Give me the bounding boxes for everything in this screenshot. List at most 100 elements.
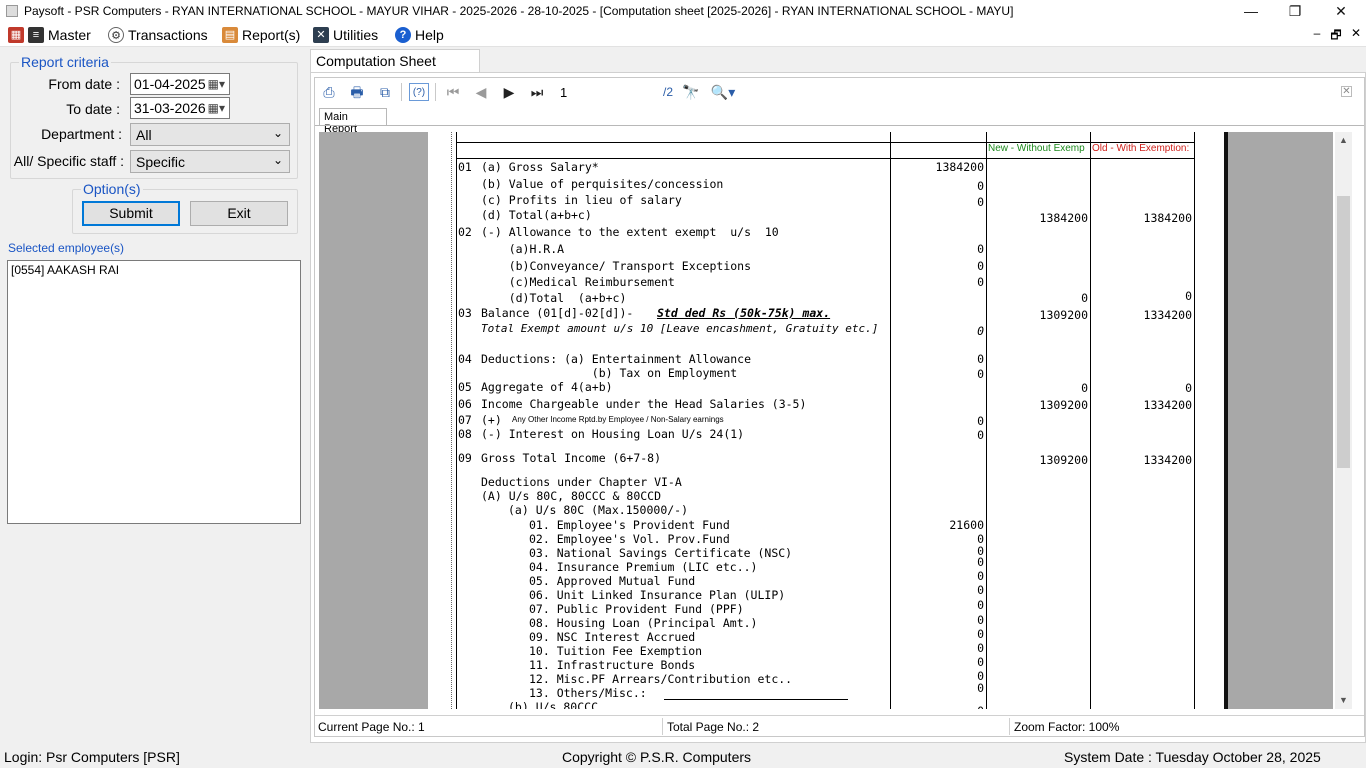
row-label: (c) Profits in lieu of salary (481, 193, 682, 207)
chevron-down-icon: ⌄ (272, 126, 283, 140)
next-page-icon[interactable]: ▶ (499, 83, 519, 101)
menu-master-label: Master (48, 27, 91, 43)
restore-button[interactable]: ❐ (1272, 0, 1318, 23)
menu-master[interactable]: ▦ ≡ Master (8, 26, 91, 44)
old-regime-cell: 0 (1185, 381, 1192, 395)
department-label: Department : (41, 126, 122, 142)
calendar-icon[interactable]: ▦▾ (208, 101, 225, 115)
row-label: Gross Total Income (6+7-8) (481, 451, 662, 465)
deduction-amount: 0 (977, 613, 984, 627)
page-total: /2 (663, 85, 674, 99)
exit-button[interactable]: Exit (190, 201, 288, 226)
row-number: 07 (458, 413, 472, 427)
prev-page-icon[interactable]: ◀ (471, 83, 491, 101)
scroll-thumb[interactable] (1337, 196, 1350, 468)
list-item[interactable]: [0554] AAKASH RAI (11, 263, 297, 277)
old-regime-cell: 1334200 (1143, 453, 1192, 467)
tab-computation-sheet[interactable]: Computation Sheet Report (310, 49, 480, 85)
row-number: 04 (458, 352, 472, 366)
status-separator (662, 718, 663, 735)
first-page-icon[interactable]: ⏮ (443, 83, 463, 101)
deduction-item: 03. National Savings Certificate (NSC) (529, 546, 793, 560)
amount-cell: 0 (977, 275, 984, 289)
others-underline (664, 699, 848, 700)
amount-cell: 0 (977, 352, 984, 366)
print-icon[interactable]: 🖶 (347, 83, 367, 101)
mdi-close-button[interactable]: ✕ (1347, 26, 1365, 40)
close-view-icon[interactable]: ✕ (1341, 86, 1352, 97)
amount-cell: 0 (977, 428, 984, 442)
deduction-amount: 0 (977, 627, 984, 641)
deduction-item: 11. Infrastructure Bonds (529, 658, 696, 672)
deduction-item: 12. Misc.PF Arrears/Contribution etc.. (529, 672, 793, 686)
deduction-amount: 0 (977, 681, 984, 695)
menu-help[interactable]: ? Help (395, 26, 444, 44)
chevron-down-icon: ⌄ (272, 153, 283, 167)
new-regime-cell: 1309200 (1039, 398, 1088, 412)
tab-main-report[interactable]: Main Report (319, 108, 387, 135)
from-date-picker[interactable]: 01-04-2025 ▦▾ (130, 73, 230, 95)
find-icon[interactable]: 🔭 (681, 83, 701, 101)
deduction-item: 05. Approved Mutual Fund (529, 574, 696, 588)
table-header-line (456, 158, 1194, 159)
report-tab-divider (315, 125, 1364, 126)
submit-button[interactable]: Submit (82, 201, 180, 226)
selected-employees-label: Selected employee(s) (8, 241, 125, 255)
table-column-divider (1090, 132, 1091, 709)
report-viewer: ⎙ 🖶 ⧉ (?) ⏮ ◀ ▶ ⏭ /2 🔭 🔍▾ ✕ Main Report … (314, 77, 1365, 737)
copy-icon[interactable]: ⧉ (375, 83, 395, 101)
row-label: (b) Tax on Employment (481, 366, 738, 380)
amount-cell: 1384200 (935, 160, 984, 174)
mdi-minimize-button[interactable]: – (1308, 26, 1326, 40)
report-icon: ▤ (222, 27, 238, 43)
close-button[interactable]: ✕ (1318, 0, 1364, 23)
grid-icon: ▦ (8, 27, 24, 43)
from-date-label: From date : (48, 76, 120, 92)
page-number-input[interactable] (558, 82, 658, 102)
old-regime-cell: 1384200 (1143, 211, 1192, 225)
scroll-down-icon[interactable]: ▼ (1335, 692, 1352, 709)
menu-bar: ▦ ≡ Master ⚙ Transactions ▤ Report(s) ✕ … (0, 23, 1366, 47)
deduction-item: 02. Employee's Vol. Prov.Fund (529, 532, 730, 546)
row-label: (b) Value of perquisites/concession (481, 177, 724, 191)
std-deduction-note: Std ded Rs (50k-75k) max. (657, 306, 831, 320)
amount-cell: 0 (977, 179, 984, 193)
row-number: 02 (458, 225, 472, 239)
to-date-picker[interactable]: 31-03-2026 ▦▾ (130, 97, 230, 119)
total-page-status: Total Page No.: 2 (667, 720, 760, 734)
current-page-status: Current Page No.: 1 (318, 720, 425, 734)
amount-cell: 0 (977, 195, 984, 209)
window-title: Paysoft - PSR Computers - RYAN INTERNATI… (24, 4, 1014, 18)
row-label: (-) Interest on Housing Loan U/s 24(1) (481, 427, 745, 441)
group-tree-icon[interactable]: (?) (409, 83, 429, 101)
deduction-amount: 0 (977, 583, 984, 597)
database-icon: ≡ (28, 27, 44, 43)
row-label: Aggregate of 4(a+b) (481, 380, 613, 394)
menu-reports[interactable]: ▤ Report(s) (222, 26, 300, 44)
from-date-value: 01-04-2025 (134, 76, 206, 92)
minimize-button[interactable]: — (1228, 0, 1274, 23)
deduction-amount: 0 (977, 598, 984, 612)
row-number: 05 (458, 380, 472, 394)
app-icon (6, 5, 18, 17)
table-column-divider (986, 132, 987, 709)
vertical-scrollbar[interactable]: ▲ ▼ (1335, 132, 1352, 709)
calendar-icon[interactable]: ▦▾ (208, 77, 225, 91)
zoom-icon[interactable]: 🔍▾ (709, 83, 737, 101)
scroll-up-icon[interactable]: ▲ (1335, 132, 1352, 149)
row-number: 06 (458, 397, 472, 411)
menu-utilities[interactable]: ✕ Utilities (313, 26, 378, 44)
menu-transactions[interactable]: ⚙ Transactions (108, 26, 208, 44)
selected-employees-list[interactable]: [0554] AAKASH RAI (7, 260, 301, 524)
exempt-value: 0 (977, 324, 984, 338)
export-icon[interactable]: ⎙ (319, 83, 339, 101)
page-edge (1224, 132, 1228, 709)
staff-select[interactable]: Specific ⌄ (130, 150, 290, 173)
department-select[interactable]: All ⌄ (130, 123, 290, 146)
to-date-label: To date : (66, 101, 120, 117)
exempt-note: Total Exempt amount u/s 10 [Leave encash… (481, 322, 879, 335)
last-page-icon[interactable]: ⏭ (527, 83, 547, 101)
mdi-restore-button[interactable]: 🗗 (1327, 26, 1345, 47)
row-label: Deductions: (a) Entertainment Allowance (481, 352, 752, 366)
login-status: Login: Psr Computers [PSR] (4, 749, 180, 765)
